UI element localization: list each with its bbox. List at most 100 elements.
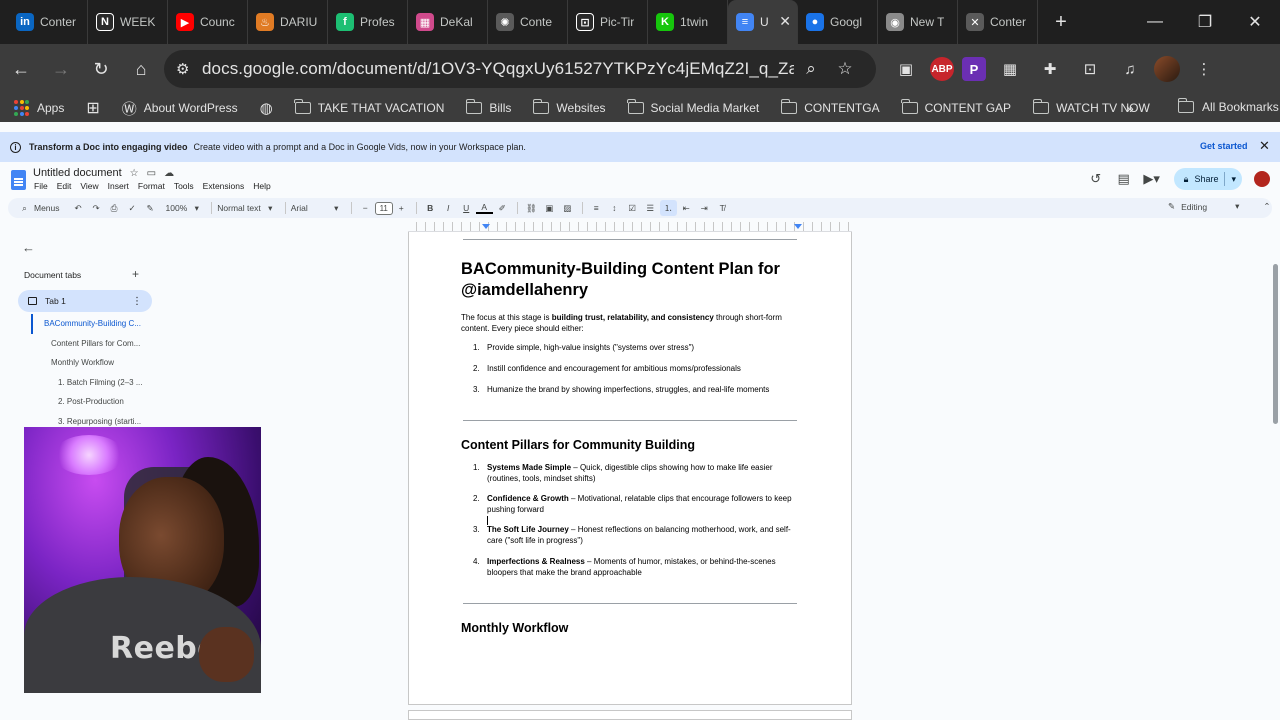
link-icon[interactable]: ⛓ bbox=[523, 200, 540, 216]
get-started-link[interactable]: Get started bbox=[1200, 141, 1248, 151]
scrollbar-thumb[interactable] bbox=[1273, 264, 1278, 424]
url-text[interactable]: docs.google.com/document/d/1OV3-YQqgxUy6… bbox=[202, 59, 794, 79]
style-select[interactable]: Normal text bbox=[217, 200, 260, 216]
forward-icon[interactable]: → bbox=[42, 50, 80, 88]
collapse-toolbar-icon[interactable]: ⌃ bbox=[1263, 201, 1270, 212]
menu-edit[interactable]: Edit bbox=[57, 181, 72, 191]
bookmark-folder[interactable]: Websites bbox=[532, 99, 606, 115]
menu-tools[interactable]: Tools bbox=[174, 181, 194, 191]
more-bookmarks-icon[interactable]: » bbox=[1126, 100, 1134, 116]
home-icon[interactable]: ⌂ bbox=[122, 50, 160, 88]
media-control-icon[interactable]: ♫ bbox=[1114, 53, 1146, 85]
add-comment-icon[interactable]: ▣ bbox=[541, 200, 558, 216]
browser-tab[interactable]: ◉ New T bbox=[878, 0, 958, 44]
save-to-drive-icon[interactable]: ▣ bbox=[890, 53, 922, 85]
browser-tab[interactable]: ▦ DeKal bbox=[408, 0, 488, 44]
star-icon[interactable]: ☆ bbox=[130, 168, 139, 179]
bookmark-folder[interactable]: TAKE THAT VACATION bbox=[294, 99, 444, 115]
close-window-icon[interactable]: ✕ bbox=[1230, 0, 1280, 44]
close-tab-icon[interactable]: ✕ bbox=[779, 13, 791, 30]
browser-tab[interactable]: ✺ Conte bbox=[488, 0, 568, 44]
bookmark-folder[interactable]: Social Media Market bbox=[627, 99, 759, 115]
new-tab-icon[interactable]: + bbox=[1044, 11, 1078, 34]
outline-item[interactable]: BACommunity-Building C... bbox=[31, 314, 300, 334]
restore-icon[interactable]: ❐ bbox=[1180, 0, 1230, 44]
close-icon[interactable]: ✕ bbox=[1259, 138, 1270, 154]
bookmark-folder[interactable]: CONTENT GAP bbox=[901, 99, 1011, 115]
left-indent-marker[interactable] bbox=[482, 224, 490, 229]
more-options-icon[interactable]: ⋮ bbox=[132, 296, 142, 307]
google-docs-logo-icon[interactable] bbox=[11, 170, 26, 190]
increase-font-icon[interactable]: + bbox=[393, 200, 410, 216]
browser-tab[interactable]: N WEEK bbox=[88, 0, 168, 44]
next-document-page[interactable] bbox=[408, 710, 852, 720]
share-button[interactable]: 🔒︎ Share ▾ bbox=[1173, 168, 1242, 190]
browser-tab[interactable]: in Conter bbox=[8, 0, 88, 44]
document-page[interactable]: BACommunity-Building Content Plan for @i… bbox=[408, 232, 852, 705]
browser-tab-active[interactable]: ≡ U ✕ bbox=[728, 0, 798, 44]
menu-format[interactable]: Format bbox=[138, 181, 165, 191]
line-spacing-icon[interactable]: ↕ bbox=[606, 200, 623, 216]
print-icon[interactable]: ⎙ bbox=[106, 200, 123, 216]
meet-camera-icon[interactable]: ▶▾ bbox=[1138, 171, 1166, 187]
minimize-icon[interactable]: — bbox=[1130, 0, 1180, 44]
browser-menu-icon[interactable]: ⋮ bbox=[1188, 53, 1220, 85]
text-color-icon[interactable]: A bbox=[475, 202, 493, 214]
move-folder-icon[interactable]: ▭ bbox=[147, 168, 156, 179]
browser-tab[interactable]: ▶ Counc bbox=[168, 0, 248, 44]
bulleted-list-icon[interactable]: ☰ bbox=[642, 200, 659, 216]
chevron-down-icon[interactable]: ▾ bbox=[188, 200, 205, 216]
menu-help[interactable]: Help bbox=[253, 181, 270, 191]
redo-icon[interactable]: ↷ bbox=[88, 200, 105, 216]
browser-tab[interactable]: ● Googl bbox=[798, 0, 878, 44]
outline-item[interactable]: 1. Batch Filming (2–3 ... bbox=[0, 373, 300, 393]
right-indent-marker[interactable] bbox=[794, 224, 802, 229]
browser-tab[interactable]: ⊡ Pic-Tir bbox=[568, 0, 648, 44]
add-tab-icon[interactable]: + bbox=[132, 267, 139, 281]
p-extension-icon[interactable]: P bbox=[962, 57, 986, 81]
bookmark-globe[interactable]: ◍ bbox=[260, 99, 273, 117]
chevron-down-icon[interactable]: ▾ bbox=[328, 200, 345, 216]
pillar-item[interactable]: 1. Systems Made Simple – Quick, digestibl… bbox=[473, 463, 803, 484]
italic-icon[interactable]: I bbox=[440, 200, 457, 216]
version-history-icon[interactable]: ↺ bbox=[1082, 171, 1110, 187]
goal-item[interactable]: 1. Provide simple, high-value insights ("… bbox=[473, 343, 803, 354]
editing-mode-select[interactable]: ✎ Editing ▾ ⌃ bbox=[1168, 201, 1271, 212]
highlight-icon[interactable]: ✐ bbox=[494, 200, 511, 216]
increase-indent-icon[interactable]: ⇥ bbox=[696, 200, 713, 216]
menu-extensions[interactable]: Extensions bbox=[203, 181, 245, 191]
goal-item[interactable]: 3. Humanize the brand by showing imperfec… bbox=[473, 385, 803, 396]
back-icon[interactable]: ← bbox=[2, 50, 40, 88]
chevron-down-icon[interactable]: ▾ bbox=[1231, 174, 1236, 185]
menus-search[interactable]: Menus bbox=[34, 200, 60, 216]
tab-1[interactable]: Tab 1 ⋮ bbox=[18, 290, 152, 312]
tab-search-icon[interactable]: ⊡ bbox=[1074, 53, 1106, 85]
browser-tab[interactable]: ♨ DARIU bbox=[248, 0, 328, 44]
browser-tab[interactable]: f Profes bbox=[328, 0, 408, 44]
extensions-puzzle-icon[interactable]: ✚ bbox=[1034, 53, 1066, 85]
search-icon[interactable]: ⌕ bbox=[16, 200, 33, 216]
clear-formatting-icon[interactable]: T̸ bbox=[714, 200, 731, 216]
menu-view[interactable]: View bbox=[80, 181, 98, 191]
horizontal-ruler[interactable] bbox=[408, 222, 852, 232]
document-scrollbar[interactable] bbox=[1271, 232, 1280, 720]
pillar-item[interactable]: 4. Imperfections & Realness – Moments of … bbox=[473, 557, 803, 578]
bookmark-wordpress[interactable]: Ⓦ About WordPress bbox=[122, 98, 238, 119]
numbered-list-icon[interactable]: ⒈ bbox=[659, 200, 677, 216]
browser-tab[interactable]: K 1twin bbox=[648, 0, 728, 44]
pillars-heading[interactable]: Content Pillars for Community Building bbox=[461, 438, 695, 452]
bold-icon[interactable]: B bbox=[422, 200, 439, 216]
menu-file[interactable]: File bbox=[34, 181, 48, 191]
browser-tab[interactable]: ✕ Conter bbox=[958, 0, 1038, 44]
spellcheck-icon[interactable]: ✓ bbox=[124, 200, 141, 216]
pillar-item[interactable]: 3. The Soft Life Journey – Honest reflect… bbox=[473, 525, 803, 546]
chevron-down-icon[interactable]: ▾ bbox=[262, 200, 279, 216]
back-arrow-icon[interactable]: ← bbox=[22, 240, 35, 255]
menu-insert[interactable]: Insert bbox=[108, 181, 129, 191]
reload-icon[interactable]: ↻ bbox=[82, 50, 120, 88]
document-title[interactable]: BACommunity-Building Content Plan for @i… bbox=[461, 259, 821, 301]
site-info-icon[interactable]: ⚙ bbox=[176, 60, 202, 78]
bookmark-apps[interactable]: Apps bbox=[14, 100, 64, 116]
font-select[interactable]: Arial bbox=[291, 200, 327, 216]
bookmark-star-icon[interactable]: ☆ bbox=[828, 59, 862, 79]
